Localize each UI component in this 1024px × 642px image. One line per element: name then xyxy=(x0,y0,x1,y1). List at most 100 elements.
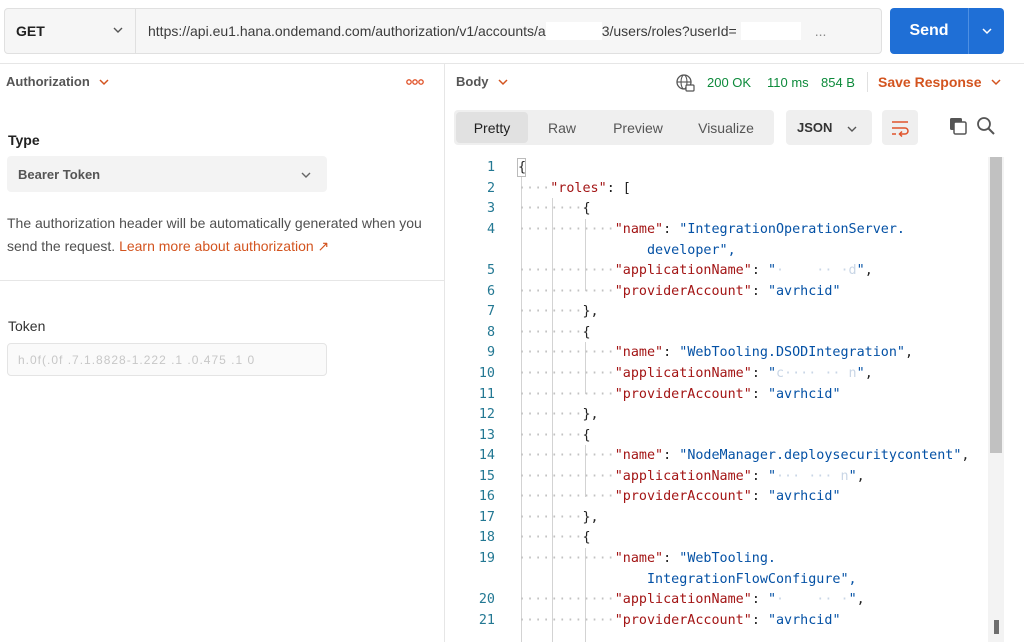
line-number: 19 xyxy=(478,551,495,566)
chevron-down-icon xyxy=(847,126,857,132)
chevron-down-icon xyxy=(497,78,508,85)
line-number: 11 xyxy=(478,387,495,402)
scrollbar-indicator xyxy=(994,620,999,634)
auth-description: The authorization header will be automat… xyxy=(7,212,427,258)
line-number: 14 xyxy=(478,448,495,463)
wrap-lines-button[interactable] xyxy=(882,110,918,145)
tab-raw[interactable]: Raw xyxy=(528,112,596,143)
code-line: ········{ xyxy=(518,428,591,443)
line-number: 15 xyxy=(478,469,495,484)
code-line: ············"applicationName": "c···· ··… xyxy=(518,366,873,381)
application-name: · ·· · xyxy=(776,592,849,607)
code-line: ············"providerAccount": "avrhcid" xyxy=(518,387,841,402)
auth-tab-label: Authorization xyxy=(6,74,90,89)
code-line: ········}, xyxy=(518,407,599,422)
line-number: 18 xyxy=(478,530,495,545)
code-line: ········{ xyxy=(518,201,591,216)
provider-account: avrhcid xyxy=(776,489,833,504)
chevron-down-icon xyxy=(113,27,123,33)
auth-type-value: Bearer Token xyxy=(18,166,101,182)
type-label: Type xyxy=(8,132,40,148)
method-select[interactable]: GET xyxy=(5,9,136,53)
code-line: ············"name": "WebTooling.DSODInte… xyxy=(518,345,914,360)
line-number: 6 xyxy=(486,284,495,299)
chevron-down-icon xyxy=(301,172,311,178)
code-line: ········}, xyxy=(518,510,599,525)
line-number: 16 xyxy=(478,489,495,504)
line-number: 17 xyxy=(478,510,495,525)
url-prefix: https://api.eu1.hana.ondemand.com/author… xyxy=(148,23,546,39)
divider xyxy=(0,280,444,281)
token-label: Token xyxy=(8,318,46,334)
code-line: IntegrationFlowConfigure", xyxy=(518,572,857,587)
format-select[interactable]: JSON xyxy=(786,110,872,145)
code-line: ············"applicationName": "· ·· ·d"… xyxy=(518,263,873,278)
response-size[interactable]: 854 B xyxy=(821,75,855,90)
line-number: 13 xyxy=(478,428,495,443)
url-redaction-2 xyxy=(740,22,801,40)
request-bar: GET https://api.eu1.hana.ondemand.com/au… xyxy=(4,8,882,54)
view-tabs: Pretty Raw Preview Visualize xyxy=(454,110,774,145)
code-line: ············"name": "NodeManager.deploys… xyxy=(518,448,970,463)
body-tab-label: Body xyxy=(456,74,489,89)
pane-divider[interactable] xyxy=(444,64,445,642)
send-options-button[interactable] xyxy=(968,8,1004,54)
tab-visualize[interactable]: Visualize xyxy=(680,112,772,143)
search-icon[interactable] xyxy=(976,116,996,136)
role-name-cont: IntegrationFlowConfigure", xyxy=(647,572,857,587)
code-line: { xyxy=(518,160,527,175)
code-line: ············"name": "WebTooling. xyxy=(518,551,776,566)
line-number: 7 xyxy=(486,304,495,319)
role-name: WebTooling.DSODIntegration xyxy=(687,345,897,360)
token-value: h.0f(.0f .7.1.8828-1.222 .1 .0.475 .1 0 xyxy=(18,352,256,367)
learn-more-link[interactable]: Learn more about authorization ↗ xyxy=(119,238,329,254)
send-label: Send xyxy=(909,22,949,39)
tab-preview[interactable]: Preview xyxy=(596,112,680,143)
url-input[interactable]: https://api.eu1.hana.ondemand.com/author… xyxy=(136,9,881,53)
provider-account: avrhcid xyxy=(776,387,833,402)
save-response-label: Save Response xyxy=(878,74,982,90)
scrollbar-thumb[interactable] xyxy=(990,157,1002,453)
response-time[interactable]: 110 ms xyxy=(767,75,809,90)
code-line: ········{ xyxy=(518,325,591,340)
copy-icon[interactable] xyxy=(948,116,968,136)
code-line: ············"name": "IntegrationOperatio… xyxy=(518,222,905,237)
url-middle: 3/users/roles?userId= xyxy=(601,23,737,39)
code-line: ········{ xyxy=(518,530,591,545)
role-name: IntegrationOperationServer. xyxy=(687,222,905,237)
save-response-button[interactable]: Save Response xyxy=(878,74,1002,90)
code-line: ············"applicationName": "··· ··· … xyxy=(518,469,865,484)
code-line: ····"roles": [ xyxy=(518,181,631,196)
line-number: 10 xyxy=(478,366,495,381)
tab-body[interactable]: Body xyxy=(456,74,509,89)
line-number: 8 xyxy=(486,325,495,340)
divider xyxy=(0,63,1024,64)
provider-account: avrhcid xyxy=(776,613,833,628)
token-input[interactable]: h.0f(.0f .7.1.8828-1.222 .1 .0.475 .1 0 xyxy=(7,343,327,376)
line-number: 20 xyxy=(478,592,495,607)
application-name: ··· ··· n xyxy=(776,469,849,484)
application-name: c···· ·· n xyxy=(776,366,857,381)
code-line: ············"providerAccount": "avrhcid" xyxy=(518,284,841,299)
more-icon[interactable] xyxy=(406,78,424,89)
line-number: 1 xyxy=(486,160,495,175)
line-number: 9 xyxy=(486,345,495,360)
line-number: 5 xyxy=(486,263,495,278)
chevron-down-icon xyxy=(981,28,992,35)
provider-account: avrhcid xyxy=(776,284,833,299)
auth-type-select[interactable]: Bearer Token xyxy=(7,156,327,192)
wrap-icon xyxy=(892,120,909,137)
line-number: 3 xyxy=(486,201,495,216)
send-button[interactable]: Send xyxy=(890,8,1004,54)
tab-pretty[interactable]: Pretty xyxy=(456,112,528,143)
role-name: WebTooling. xyxy=(687,551,776,566)
code-line: ············"providerAccount": "avrhcid" xyxy=(518,489,841,504)
chevron-down-icon xyxy=(990,79,1001,86)
line-number: 4 xyxy=(486,222,495,237)
globe-icon[interactable] xyxy=(675,73,695,93)
tab-authorization[interactable]: Authorization xyxy=(6,74,110,89)
line-number: 12 xyxy=(478,407,495,422)
status-code[interactable]: 200 OK xyxy=(707,75,751,90)
response-body-viewer[interactable]: 1 2 3 4 5 6 7 8 9 10 11 12 13 14 15 16 1… xyxy=(454,157,984,642)
chevron-down-icon xyxy=(99,78,109,85)
